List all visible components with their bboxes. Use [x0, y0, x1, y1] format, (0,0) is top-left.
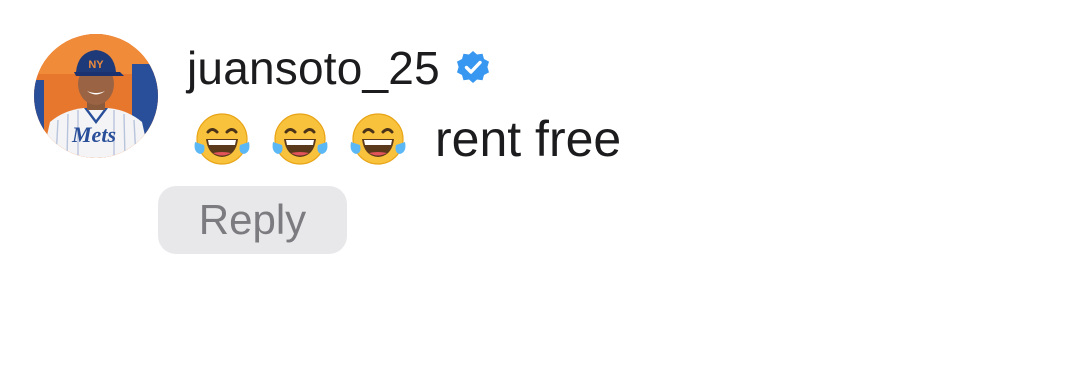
- comment-text: rent free: [435, 111, 622, 167]
- username[interactable]: juansoto_25: [187, 45, 440, 91]
- svg-text:NY: NY: [88, 59, 104, 71]
- jersey-script: Mets: [71, 122, 116, 147]
- comment-body: rent free: [191, 104, 621, 174]
- avatar[interactable]: NY Mets: [34, 34, 158, 158]
- reply-button[interactable]: Reply: [158, 186, 347, 254]
- avatar-image: NY Mets: [34, 34, 158, 158]
- face-with-tears-of-joy-icon: [191, 108, 253, 170]
- verified-badge-icon: [454, 49, 492, 87]
- comment-header: juansoto_25: [187, 38, 492, 98]
- comment-item: NY Mets juansoto_25 rent free Reply: [0, 0, 1074, 365]
- face-with-tears-of-joy-icon: [347, 108, 409, 170]
- face-with-tears-of-joy-icon: [269, 108, 331, 170]
